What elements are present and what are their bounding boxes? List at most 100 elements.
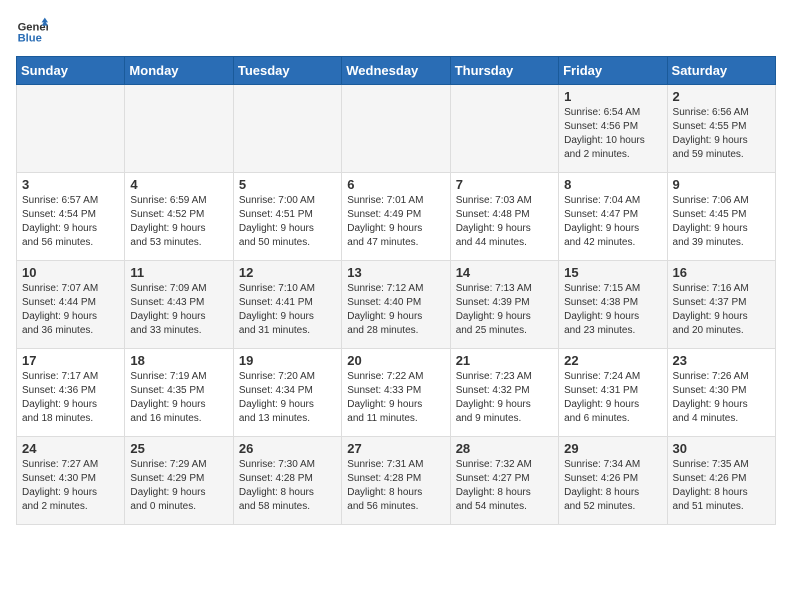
day-info: Sunrise: 7:29 AM Sunset: 4:29 PM Dayligh… [130, 458, 227, 514]
calendar-cell: 2 Sunrise: 6:56 AM Sunset: 4:55 PM Daylig… [667, 85, 775, 173]
calendar-cell: 20 Sunrise: 7:22 AM Sunset: 4:33 PM Dayli… [342, 349, 450, 437]
day-info: Sunrise: 7:22 AM Sunset: 4:33 PM Dayligh… [347, 370, 444, 426]
calendar-cell: 18 Sunrise: 7:19 AM Sunset: 4:35 PM Dayli… [125, 349, 233, 437]
calendar-header: SundayMondayTuesdayWednesdayThursdayFrid… [17, 57, 776, 85]
day-number: 13 [347, 265, 444, 280]
day-info: Sunrise: 6:57 AM Sunset: 4:54 PM Dayligh… [22, 194, 119, 250]
day-number: 1 [564, 89, 661, 104]
day-info: Sunrise: 7:10 AM Sunset: 4:41 PM Dayligh… [239, 282, 336, 338]
day-info: Sunrise: 7:16 AM Sunset: 4:37 PM Dayligh… [673, 282, 770, 338]
day-number: 21 [456, 353, 553, 368]
day-number: 19 [239, 353, 336, 368]
weekday-header-monday: Monday [125, 57, 233, 85]
calendar-cell [125, 85, 233, 173]
day-info: Sunrise: 7:31 AM Sunset: 4:28 PM Dayligh… [347, 458, 444, 514]
day-info: Sunrise: 6:54 AM Sunset: 4:56 PM Dayligh… [564, 106, 661, 162]
day-info: Sunrise: 7:23 AM Sunset: 4:32 PM Dayligh… [456, 370, 553, 426]
calendar-cell: 21 Sunrise: 7:23 AM Sunset: 4:32 PM Dayli… [450, 349, 558, 437]
day-info: Sunrise: 6:59 AM Sunset: 4:52 PM Dayligh… [130, 194, 227, 250]
calendar-cell: 12 Sunrise: 7:10 AM Sunset: 4:41 PM Dayli… [233, 261, 341, 349]
calendar-cell [450, 85, 558, 173]
calendar-cell [342, 85, 450, 173]
calendar-cell: 4 Sunrise: 6:59 AM Sunset: 4:52 PM Daylig… [125, 173, 233, 261]
day-info: Sunrise: 7:35 AM Sunset: 4:26 PM Dayligh… [673, 458, 770, 514]
day-info: Sunrise: 7:27 AM Sunset: 4:30 PM Dayligh… [22, 458, 119, 514]
day-number: 23 [673, 353, 770, 368]
weekday-header-saturday: Saturday [667, 57, 775, 85]
day-info: Sunrise: 7:26 AM Sunset: 4:30 PM Dayligh… [673, 370, 770, 426]
day-info: Sunrise: 7:19 AM Sunset: 4:35 PM Dayligh… [130, 370, 227, 426]
day-number: 17 [22, 353, 119, 368]
calendar-cell: 13 Sunrise: 7:12 AM Sunset: 4:40 PM Dayli… [342, 261, 450, 349]
calendar-cell: 17 Sunrise: 7:17 AM Sunset: 4:36 PM Dayli… [17, 349, 125, 437]
day-info: Sunrise: 6:56 AM Sunset: 4:55 PM Dayligh… [673, 106, 770, 162]
header: General Blue [16, 16, 776, 48]
calendar-cell: 26Sunrise: 7:30 AM Sunset: 4:28 PM Dayli… [233, 437, 341, 525]
day-number: 30 [673, 441, 770, 456]
day-number: 22 [564, 353, 661, 368]
day-info: Sunrise: 7:32 AM Sunset: 4:27 PM Dayligh… [456, 458, 553, 514]
day-number: 24 [22, 441, 119, 456]
weekday-header-thursday: Thursday [450, 57, 558, 85]
day-number: 11 [130, 265, 227, 280]
calendar-table: SundayMondayTuesdayWednesdayThursdayFrid… [16, 56, 776, 525]
day-info: Sunrise: 7:00 AM Sunset: 4:51 PM Dayligh… [239, 194, 336, 250]
day-info: Sunrise: 7:20 AM Sunset: 4:34 PM Dayligh… [239, 370, 336, 426]
calendar-week-3: 10 Sunrise: 7:07 AM Sunset: 4:44 PM Dayli… [17, 261, 776, 349]
calendar-cell: 3Sunrise: 6:57 AM Sunset: 4:54 PM Daylig… [17, 173, 125, 261]
calendar-cell: 11 Sunrise: 7:09 AM Sunset: 4:43 PM Dayli… [125, 261, 233, 349]
day-number: 26 [239, 441, 336, 456]
calendar-cell [17, 85, 125, 173]
day-info: Sunrise: 7:12 AM Sunset: 4:40 PM Dayligh… [347, 282, 444, 338]
day-number: 8 [564, 177, 661, 192]
calendar-cell: 15Sunrise: 7:15 AM Sunset: 4:38 PM Dayli… [559, 261, 667, 349]
calendar-cell: 23 Sunrise: 7:26 AM Sunset: 4:30 PM Dayli… [667, 349, 775, 437]
day-info: Sunrise: 7:04 AM Sunset: 4:47 PM Dayligh… [564, 194, 661, 250]
day-info: Sunrise: 7:07 AM Sunset: 4:44 PM Dayligh… [22, 282, 119, 338]
day-number: 2 [673, 89, 770, 104]
day-info: Sunrise: 7:24 AM Sunset: 4:31 PM Dayligh… [564, 370, 661, 426]
calendar-cell: 7Sunrise: 7:03 AM Sunset: 4:48 PM Daylig… [450, 173, 558, 261]
day-number: 18 [130, 353, 227, 368]
day-number: 15 [564, 265, 661, 280]
day-number: 25 [130, 441, 227, 456]
calendar-week-1: 1 Sunrise: 6:54 AM Sunset: 4:56 PM Daylig… [17, 85, 776, 173]
calendar-cell: 28 Sunrise: 7:32 AM Sunset: 4:27 PM Dayli… [450, 437, 558, 525]
weekday-header-tuesday: Tuesday [233, 57, 341, 85]
day-number: 5 [239, 177, 336, 192]
calendar-cell: 25 Sunrise: 7:29 AM Sunset: 4:29 PM Dayli… [125, 437, 233, 525]
weekday-header-sunday: Sunday [17, 57, 125, 85]
calendar-cell: 24 Sunrise: 7:27 AM Sunset: 4:30 PM Dayli… [17, 437, 125, 525]
calendar-cell: 9Sunrise: 7:06 AM Sunset: 4:45 PM Daylig… [667, 173, 775, 261]
calendar-cell: 6 Sunrise: 7:01 AM Sunset: 4:49 PM Daylig… [342, 173, 450, 261]
day-number: 12 [239, 265, 336, 280]
calendar-cell [233, 85, 341, 173]
calendar-cell: 16Sunrise: 7:16 AM Sunset: 4:37 PM Dayli… [667, 261, 775, 349]
day-number: 29 [564, 441, 661, 456]
calendar-cell: 30 Sunrise: 7:35 AM Sunset: 4:26 PM Dayli… [667, 437, 775, 525]
day-info: Sunrise: 7:09 AM Sunset: 4:43 PM Dayligh… [130, 282, 227, 338]
calendar-cell: 5 Sunrise: 7:00 AM Sunset: 4:51 PM Daylig… [233, 173, 341, 261]
calendar-cell: 1 Sunrise: 6:54 AM Sunset: 4:56 PM Daylig… [559, 85, 667, 173]
logo-icon: General Blue [16, 16, 48, 48]
day-number: 6 [347, 177, 444, 192]
day-info: Sunrise: 7:01 AM Sunset: 4:49 PM Dayligh… [347, 194, 444, 250]
day-info: Sunrise: 7:34 AM Sunset: 4:26 PM Dayligh… [564, 458, 661, 514]
day-number: 10 [22, 265, 119, 280]
day-number: 14 [456, 265, 553, 280]
svg-text:Blue: Blue [18, 33, 42, 45]
day-number: 20 [347, 353, 444, 368]
calendar-cell: 10 Sunrise: 7:07 AM Sunset: 4:44 PM Dayli… [17, 261, 125, 349]
calendar-cell: 27Sunrise: 7:31 AM Sunset: 4:28 PM Dayli… [342, 437, 450, 525]
day-info: Sunrise: 7:17 AM Sunset: 4:36 PM Dayligh… [22, 370, 119, 426]
calendar-cell: 8 Sunrise: 7:04 AM Sunset: 4:47 PM Daylig… [559, 173, 667, 261]
logo: General Blue [16, 16, 52, 48]
day-number: 4 [130, 177, 227, 192]
calendar-week-2: 3Sunrise: 6:57 AM Sunset: 4:54 PM Daylig… [17, 173, 776, 261]
calendar-cell: 22 Sunrise: 7:24 AM Sunset: 4:31 PM Dayli… [559, 349, 667, 437]
day-number: 28 [456, 441, 553, 456]
calendar-cell: 19 Sunrise: 7:20 AM Sunset: 4:34 PM Dayli… [233, 349, 341, 437]
day-info: Sunrise: 7:13 AM Sunset: 4:39 PM Dayligh… [456, 282, 553, 338]
calendar-cell: 14 Sunrise: 7:13 AM Sunset: 4:39 PM Dayli… [450, 261, 558, 349]
calendar-cell: 29 Sunrise: 7:34 AM Sunset: 4:26 PM Dayli… [559, 437, 667, 525]
